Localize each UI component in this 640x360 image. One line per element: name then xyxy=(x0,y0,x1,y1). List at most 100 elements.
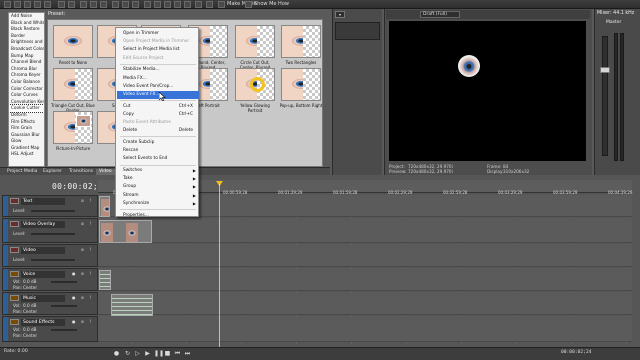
ignore-grouping-icon[interactable] xyxy=(144,1,151,8)
track-volume-slider[interactable] xyxy=(51,305,77,307)
preset-thumbnail[interactable] xyxy=(281,25,321,58)
track-header-music[interactable]: Music ● ⊘ ! Vol: 0.0 dB Pan: Center xyxy=(2,292,98,315)
track-lane[interactable] xyxy=(98,244,632,267)
menu-item[interactable]: Select Events to End xyxy=(117,155,199,163)
preset-thumbnail[interactable] xyxy=(53,25,93,58)
preview-quality-dropdown[interactable]: Draft (Full) xyxy=(420,11,460,18)
track-name[interactable]: Text xyxy=(21,198,65,205)
fx-list-item[interactable]: Add Noise xyxy=(9,13,44,20)
menu-item[interactable]: Group ▶ xyxy=(117,183,199,191)
record-icon[interactable]: ● xyxy=(113,350,120,357)
stop-icon[interactable]: ■ xyxy=(164,350,171,357)
envelope-tool-icon[interactable] xyxy=(122,1,129,8)
menu-item[interactable]: Video Event Pan/Crop... xyxy=(117,83,199,91)
cut-icon[interactable] xyxy=(80,1,87,8)
fx-list-item[interactable]: Bump Map xyxy=(9,53,44,60)
normal-edit-tool-icon[interactable] xyxy=(112,1,119,8)
undo-icon[interactable] xyxy=(58,1,65,8)
track-mute-solo-icons[interactable]: ⊘ ! xyxy=(81,221,93,226)
menu-item[interactable]: Open in Trimmer xyxy=(117,30,199,38)
menu-item[interactable]: Video Event FX... xyxy=(117,90,199,99)
track-mute-solo-icons[interactable]: ● ⊘ ! xyxy=(72,319,93,324)
menu-item[interactable]: Stream ▶ xyxy=(117,192,199,200)
preset-thumbnail[interactable] xyxy=(281,68,321,101)
show-me-how-button[interactable]: Show Me How xyxy=(254,1,289,7)
track-lane[interactable] xyxy=(98,316,632,342)
fx-list-item[interactable]: Brightness and Contrast xyxy=(9,39,44,46)
video-overlay-event-clip[interactable] xyxy=(99,220,152,243)
fx-list-item[interactable]: Deform xyxy=(9,112,44,119)
menu-item[interactable]: Select in Project Media list xyxy=(117,46,199,54)
preset-thumbnail[interactable] xyxy=(235,68,275,101)
fx-list-item[interactable]: Gradient Map xyxy=(9,145,44,152)
track-header-voice[interactable]: Voice ● ⊘ ! Vol: 0.0 dB Pan: Center xyxy=(2,268,98,291)
go-to-end-icon[interactable]: ⏭ xyxy=(184,350,191,357)
properties-icon[interactable] xyxy=(34,1,41,8)
menu-item[interactable]: Properties... xyxy=(117,212,199,220)
fx-list-item[interactable]: Chroma Keyer xyxy=(9,72,44,79)
go-to-start-icon[interactable]: ⏮ xyxy=(174,350,181,357)
track-name[interactable]: Voice xyxy=(21,271,65,278)
fx-list-item[interactable]: Color Curves xyxy=(9,92,44,99)
track-lane[interactable] xyxy=(98,218,632,243)
trimmer-view[interactable] xyxy=(335,22,380,40)
voice-event-clip[interactable] xyxy=(99,270,111,290)
track-mute-solo-icons[interactable]: ● ⊘ ! xyxy=(72,271,93,276)
track-level-slider[interactable] xyxy=(31,259,75,261)
menu-item[interactable]: Create Subclip xyxy=(117,139,199,147)
render-icon[interactable] xyxy=(44,1,51,8)
track-mute-solo-icons[interactable]: ● ⊘ ! xyxy=(72,295,93,300)
track-lane[interactable] xyxy=(98,292,632,315)
fx-list-item[interactable]: Film Grain xyxy=(9,125,44,132)
track-name[interactable]: Video Overlay xyxy=(21,221,65,228)
play-from-start-icon[interactable]: ▷ xyxy=(134,350,141,357)
make-movie-icon[interactable] xyxy=(218,1,225,8)
paste-icon[interactable] xyxy=(100,1,107,8)
track-mute-solo-icons[interactable]: ⊘ ! xyxy=(81,247,93,252)
track-header-text[interactable]: Text ⊘ ! Level: xyxy=(2,195,98,217)
auto-ripple-icon[interactable] xyxy=(154,1,161,8)
media-manager-icon[interactable] xyxy=(184,1,191,8)
track-name[interactable]: Music xyxy=(21,295,65,302)
preset-thumbnail[interactable] xyxy=(53,68,93,101)
track-level-slider[interactable] xyxy=(31,210,75,212)
fx-list-item[interactable]: Color Corrector xyxy=(9,86,44,93)
fx-list-item[interactable]: Film Effects xyxy=(9,119,44,126)
copy-icon[interactable] xyxy=(90,1,97,8)
pause-icon[interactable]: ❚❚ xyxy=(154,350,164,357)
menu-item[interactable]: Media FX... xyxy=(117,75,199,83)
menu-item[interactable]: Synchronize ▶ xyxy=(117,200,199,208)
open-icon[interactable] xyxy=(14,1,21,8)
preset-thumbnail[interactable] xyxy=(235,25,275,58)
snapping-icon[interactable] xyxy=(174,1,181,8)
fx-list-item[interactable]: Chroma Blur xyxy=(9,66,44,73)
mixer-toggle-icon[interactable] xyxy=(195,1,202,8)
fx-list-item[interactable]: Color Balance xyxy=(9,79,44,86)
loop-playback-icon[interactable]: ↻ xyxy=(124,350,131,357)
lock-envelopes-icon[interactable] xyxy=(164,1,171,8)
track-header-video[interactable]: Video ⊘ ! Level: xyxy=(2,244,98,267)
track-mute-solo-icons[interactable]: ⊘ ! xyxy=(81,198,93,203)
make-movie-button[interactable]: Make Movie xyxy=(227,1,257,7)
menu-item[interactable]: Copy Ctrl+C xyxy=(117,111,199,119)
music-event-clip[interactable] xyxy=(111,294,153,316)
track-name[interactable]: Sound Effects xyxy=(21,319,65,326)
fx-list-item[interactable]: Gaussian Blur xyxy=(9,132,44,139)
fx-list-item[interactable]: HSL Adjust xyxy=(9,151,44,158)
fx-list-item[interactable]: Broadcast Colors xyxy=(9,46,44,53)
capture-icon[interactable] xyxy=(206,1,213,8)
fx-list-item[interactable]: Glow xyxy=(9,138,44,145)
menu-item[interactable]: Stabilize Media... xyxy=(117,66,199,74)
track-volume-slider[interactable] xyxy=(51,329,77,331)
fx-list-item[interactable]: Cookie Cutter xyxy=(9,104,44,113)
fx-list-item[interactable]: Border xyxy=(9,33,44,40)
play-icon[interactable]: ▶ xyxy=(144,350,151,357)
menu-item[interactable]: Cut Ctrl+X xyxy=(117,103,199,111)
save-icon[interactable] xyxy=(24,1,31,8)
fx-list-item[interactable]: Convolution Kernel xyxy=(9,99,44,106)
fx-list-item[interactable]: Channel Blend xyxy=(9,59,44,66)
menu-item[interactable]: Switches ▶ xyxy=(117,167,199,175)
new-project-icon[interactable] xyxy=(4,1,11,8)
track-volume-slider[interactable] xyxy=(51,281,77,283)
fx-list-item[interactable]: Black Restore xyxy=(9,26,44,33)
